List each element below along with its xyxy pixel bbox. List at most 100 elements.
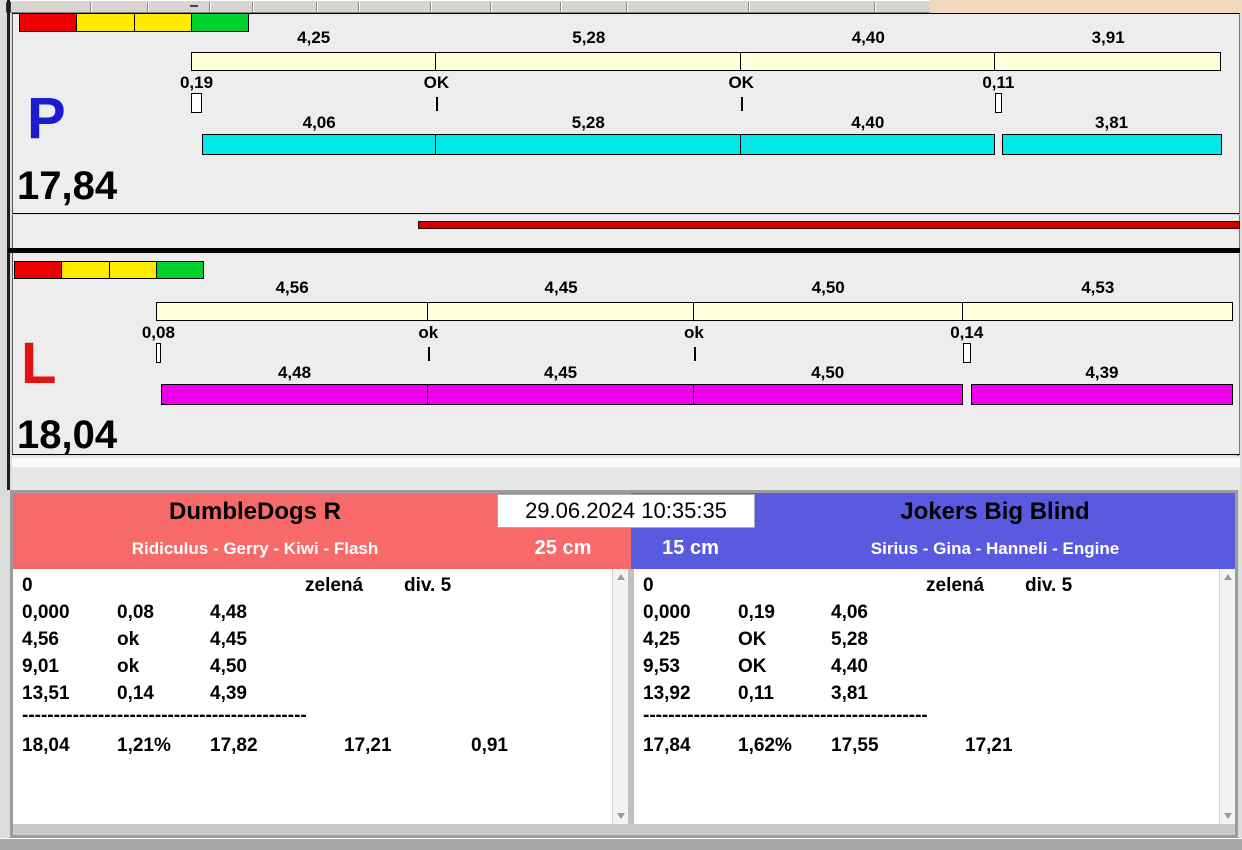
chevron-down-icon[interactable] — [617, 813, 625, 819]
split-time-label: 4,56 — [275, 278, 309, 297]
total-cell: 18,04 — [22, 735, 70, 756]
exchange-gap-box — [191, 93, 202, 113]
run-segment — [692, 384, 963, 405]
split-time-label: 5,28 — [572, 28, 606, 47]
chevron-up-icon[interactable] — [1224, 574, 1232, 580]
run-segment — [1001, 134, 1222, 155]
exchange-ok-tick — [693, 347, 696, 361]
toolbar-separator — [626, 2, 628, 12]
status-cell-yellow — [134, 14, 192, 31]
total-cell: 17,21 — [965, 735, 1013, 756]
exchange-label: ok — [683, 323, 704, 342]
info-cell: zelená — [926, 575, 985, 596]
toolbar-separator — [490, 2, 492, 12]
run-time-label: 4,48 — [277, 363, 312, 382]
split-segment — [191, 52, 437, 71]
exchange-label: 0,11 — [982, 73, 1015, 92]
toolbar-separator — [90, 2, 92, 12]
run-time-label: 5,28 — [571, 113, 605, 132]
lap-cell: 4,45 — [210, 629, 247, 650]
lap-cell: 4,50 — [210, 656, 247, 677]
lap-cell: 0,14 — [117, 683, 154, 704]
toolbar-separator — [209, 2, 211, 12]
middle-strip — [12, 215, 1240, 248]
split-time-label: 4,40 — [851, 28, 885, 47]
left-team-dogs: Ridiculus - Gerry - Kiwi - Flash — [131, 539, 379, 558]
run-segment — [427, 384, 694, 405]
status-light-strip — [19, 13, 249, 32]
exchange-ok-tick — [428, 347, 431, 361]
info-cell: 0 — [643, 575, 654, 596]
lap-cell: 0,08 — [117, 602, 154, 623]
lap-cell: 9,01 — [22, 656, 59, 677]
split-segment — [156, 302, 429, 321]
run-time-label: 4,39 — [1085, 363, 1119, 382]
lap-cell: OK — [738, 629, 767, 650]
status-cell-red — [15, 262, 63, 278]
lane-panel-p: P 17,84 4,25 5,28 4,40 3,91 0,19 OK OK 0,11 4,06… — [12, 13, 1240, 214]
lane-letter: P — [27, 86, 66, 151]
lane-total-time: 17,84 — [17, 164, 118, 208]
run-segment — [160, 384, 429, 405]
toolbar-separator — [874, 2, 876, 12]
datetime-display: 29.06.2024 10:35:35 — [497, 494, 755, 528]
window-left-edge — [7, 0, 10, 490]
split-time-label: 4,45 — [544, 278, 578, 297]
middle-progress-bar — [418, 221, 1240, 229]
status-cell-green — [156, 262, 203, 278]
chevron-up-icon[interactable] — [617, 574, 625, 580]
run-time-label: 3,81 — [1095, 113, 1129, 132]
exchange-label: 0,14 — [950, 323, 984, 342]
lap-cell: 13,51 — [22, 683, 70, 704]
exchange-label: 0,19 — [179, 73, 214, 92]
lap-cell: ok — [117, 656, 140, 677]
left-log-scrollbar[interactable] — [612, 569, 628, 824]
divider-dashes: ----------------------------------------… — [22, 705, 307, 726]
top-tan-strip — [930, 0, 1242, 13]
left-run-log: 0 zelená div. 5 0,000 0,08 4,48 4,56 ok 4,45 9,01… — [13, 569, 628, 824]
lap-cell: 4,25 — [643, 629, 680, 650]
lap-cell: 0,000 — [22, 602, 70, 623]
lap-cell: 0,19 — [738, 602, 775, 623]
run-time-label: 4,45 — [544, 363, 578, 382]
lap-cell: 0,000 — [643, 602, 691, 623]
left-team-title: DumbleDogs R — [168, 498, 341, 525]
status-cell-green — [191, 14, 248, 31]
chevron-down-icon[interactable] — [1224, 813, 1232, 819]
right-log-scrollbar[interactable] — [1219, 569, 1235, 824]
divider-dashes: ----------------------------------------… — [643, 705, 928, 726]
run-time-label: 4,40 — [851, 113, 885, 132]
lap-cell: 4,48 — [210, 602, 247, 623]
split-segment — [740, 52, 996, 71]
total-cell: 17,84 — [643, 735, 691, 756]
status-light-strip — [14, 261, 204, 279]
run-time-label: 4,06 — [302, 113, 336, 132]
right-team-dogs: Sirius - Gina - Hanneli - Engine — [870, 539, 1120, 558]
info-cell: div. 5 — [404, 575, 452, 596]
exchange-gap-box — [156, 343, 161, 363]
split-time-label: 3,91 — [1091, 28, 1125, 47]
lane-total-time: 18,04 — [17, 413, 118, 457]
lap-cell: 0,11 — [738, 683, 774, 704]
app-window: P 17,84 4,25 5,28 4,40 3,91 0,19 OK OK 0,11 4,06… — [0, 0, 1242, 850]
exchange-label: OK — [728, 73, 754, 92]
exchange-ok-tick — [436, 97, 439, 111]
exchange-label: 0,08 — [141, 323, 175, 342]
total-cell: 17,82 — [210, 735, 258, 756]
lap-cell: 4,40 — [831, 656, 868, 677]
lane-panel-l: L 18,04 4,56 4,45 4,50 4,53 0,08 ok ok 0,14 4,48… — [12, 253, 1240, 455]
horizontal-scroll-strip[interactable] — [13, 824, 1235, 835]
lap-cell: 13,92 — [643, 683, 691, 704]
toolbar-separator — [252, 2, 254, 12]
status-cell-red — [20, 14, 78, 31]
left-jump-height: 25 cm — [534, 537, 592, 559]
lap-cell: 4,56 — [22, 629, 59, 650]
run-segment — [970, 384, 1233, 405]
run-segment — [201, 134, 437, 155]
info-cell: 0 — [22, 575, 33, 596]
toolbar-separator — [147, 2, 149, 12]
split-segment — [427, 302, 694, 321]
split-segment — [994, 52, 1221, 71]
info-cell: div. 5 — [1025, 575, 1073, 596]
lane-letter: L — [21, 331, 57, 396]
